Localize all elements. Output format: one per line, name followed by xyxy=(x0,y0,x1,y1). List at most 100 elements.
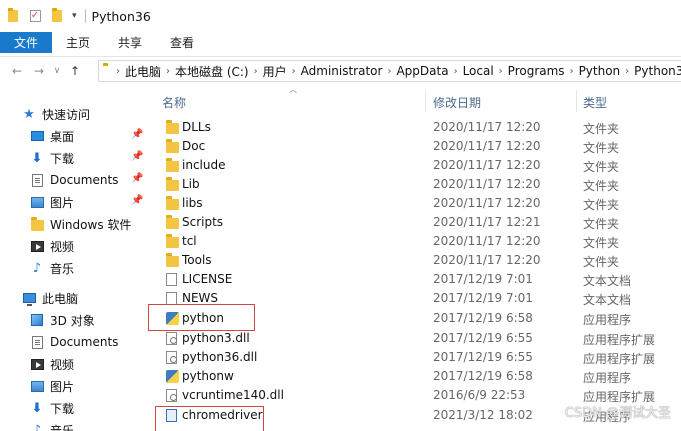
pin-icon[interactable]: 📌 xyxy=(131,173,143,184)
chevron-right-icon[interactable]: › xyxy=(387,66,391,77)
sidebar-item-quick-access[interactable]: ★ 快速访问 xyxy=(22,103,90,125)
file-row-libs[interactable]: libs 2020/11/17 12:20 文件夹 xyxy=(152,194,681,213)
dll-file-icon xyxy=(166,351,177,364)
title-separator xyxy=(84,9,86,23)
file-row-dlls[interactable]: DLLs 2020/11/17 12:20 文件夹 xyxy=(152,118,681,137)
file-type: 文件夹 xyxy=(583,217,620,231)
file-name: python3.dll xyxy=(182,331,250,345)
properties-check-icon[interactable]: ✓ xyxy=(28,9,42,23)
file-row-news[interactable]: NEWS 2017/12/19 7:01 文本文档 xyxy=(152,289,681,308)
text-file-icon xyxy=(166,273,177,286)
python-icon xyxy=(166,312,179,325)
download-icon: ⬇ xyxy=(31,400,43,416)
sidebar-item-desktop[interactable]: 桌面 xyxy=(30,125,74,147)
breadcrumb-appdata[interactable]: AppData xyxy=(396,64,448,78)
sidebar-item-pc-downloads[interactable]: ⬇ 下载 xyxy=(30,397,74,419)
file-date: 2017/12/19 7:01 xyxy=(433,272,533,286)
chevron-right-icon[interactable]: › xyxy=(116,66,120,77)
sidebar-item-3d-objects[interactable]: 3D 对象 xyxy=(30,309,95,331)
sidebar-item-label: 视频 xyxy=(50,239,75,254)
column-header-name[interactable]: 名称 xyxy=(162,94,186,110)
back-arrow-icon[interactable]: ← xyxy=(6,64,28,78)
file-row-lib[interactable]: Lib 2020/11/17 12:20 文件夹 xyxy=(152,175,681,194)
sidebar-item-videos[interactable]: 视频 xyxy=(30,235,74,257)
window-title: Python36 xyxy=(91,8,151,24)
folder-icon xyxy=(166,196,179,210)
tab-view[interactable]: 查看 xyxy=(156,32,208,53)
breadcrumb-this-pc[interactable]: 此电脑 xyxy=(125,63,161,80)
chevron-down-icon[interactable]: ▾ xyxy=(72,11,77,21)
folder-icon xyxy=(166,177,179,191)
file-row-tcl[interactable]: tcl 2020/11/17 12:20 文件夹 xyxy=(152,232,681,251)
file-row-python36-dll[interactable]: python36.dll 2017/12/19 6:55 应用程序扩展 xyxy=(152,348,681,367)
address-bar[interactable]: › 此电脑 › 本地磁盘 (C:) › 用户 › Administrator ›… xyxy=(98,60,681,82)
chevron-right-icon[interactable]: › xyxy=(454,66,458,77)
file-type: 应用程序扩展 xyxy=(583,352,656,366)
forward-arrow-icon[interactable]: → xyxy=(28,64,50,78)
file-row-doc[interactable]: Doc 2020/11/17 12:20 文件夹 xyxy=(152,137,681,156)
folder-icon xyxy=(166,253,179,267)
file-name: tcl xyxy=(182,234,197,248)
file-name: Doc xyxy=(182,139,206,153)
column-header-date[interactable]: 修改日期 xyxy=(433,94,481,110)
chevron-right-icon[interactable]: › xyxy=(625,66,629,77)
sidebar-item-label: 音乐 xyxy=(50,261,75,276)
tab-share[interactable]: 共享 xyxy=(104,32,156,53)
watermark: CSDN @测试大圣 xyxy=(564,406,671,421)
pictures-icon xyxy=(30,195,44,209)
sidebar-item-music[interactable]: ♪ 音乐 xyxy=(30,257,74,279)
chevron-right-icon[interactable]: › xyxy=(292,66,296,77)
chevron-down-icon[interactable]: ∨ xyxy=(50,66,64,76)
breadcrumb-python[interactable]: Python xyxy=(579,64,621,78)
sidebar-item-label: 图片 xyxy=(50,379,75,394)
file-row-python3-dll[interactable]: python3.dll 2017/12/19 6:55 应用程序扩展 xyxy=(152,329,681,348)
pin-icon[interactable]: 📌 xyxy=(131,129,143,140)
column-header-type[interactable]: 类型 xyxy=(583,94,607,110)
breadcrumb-administrator[interactable]: Administrator xyxy=(301,64,383,78)
new-folder-icon[interactable] xyxy=(50,8,64,23)
sidebar-item-pictures[interactable]: 图片 xyxy=(30,191,74,213)
pin-icon[interactable]: 📌 xyxy=(131,151,143,162)
documents-icon xyxy=(30,173,44,187)
file-row-license[interactable]: LICENSE 2017/12/19 7:01 文本文档 xyxy=(152,270,681,289)
file-date: 2020/11/17 12:20 xyxy=(433,253,541,267)
sidebar-item-pc-music[interactable]: ♪ 音乐 xyxy=(30,419,74,431)
column-divider[interactable] xyxy=(425,90,426,112)
sidebar-item-pc-pictures[interactable]: 图片 xyxy=(30,375,74,397)
text-file-icon xyxy=(166,292,177,305)
file-name: Scripts xyxy=(182,215,224,229)
chevron-right-icon[interactable]: › xyxy=(570,66,574,77)
file-type: 文件夹 xyxy=(583,122,620,136)
file-row-python[interactable]: python 2017/12/19 6:58 应用程序 xyxy=(152,309,681,328)
sidebar-item-windows-software[interactable]: Windows 软件 xyxy=(30,213,131,235)
column-divider[interactable] xyxy=(576,90,577,112)
chevron-right-icon[interactable]: › xyxy=(499,66,503,77)
chevron-right-icon[interactable]: › xyxy=(166,66,170,77)
sidebar-item-pc-videos[interactable]: 视频 xyxy=(30,353,74,375)
sidebar-item-documents[interactable]: Documents xyxy=(30,169,118,191)
file-row-pythonw[interactable]: pythonw 2017/12/19 6:58 应用程序 xyxy=(152,367,681,386)
file-row-include[interactable]: include 2020/11/17 12:20 文件夹 xyxy=(152,156,681,175)
up-arrow-icon[interactable]: ↑ xyxy=(64,64,86,78)
file-row-tools[interactable]: Tools 2020/11/17 12:20 文件夹 xyxy=(152,251,681,270)
sidebar-item-this-pc[interactable]: 此电脑 xyxy=(22,287,78,309)
file-type: 应用程序 xyxy=(583,313,632,327)
pin-icon[interactable]: 📌 xyxy=(131,195,143,206)
file-type: 文件夹 xyxy=(583,160,620,174)
dll-file-icon xyxy=(166,332,177,345)
sidebar-item-pc-documents[interactable]: Documents xyxy=(30,331,118,353)
file-name: Lib xyxy=(182,177,200,191)
breadcrumb-programs[interactable]: Programs xyxy=(508,64,565,78)
breadcrumb-local-disk[interactable]: 本地磁盘 (C:) xyxy=(175,63,249,80)
file-name: pythonw xyxy=(182,369,234,383)
breadcrumb-local[interactable]: Local xyxy=(463,64,494,78)
file-name: python xyxy=(182,311,224,325)
tab-home[interactable]: 主页 xyxy=(52,32,104,53)
file-row-scripts[interactable]: Scripts 2020/11/17 12:21 文件夹 xyxy=(152,213,681,232)
folder-icon xyxy=(166,120,179,134)
breadcrumb-users[interactable]: 用户 xyxy=(263,63,287,80)
chevron-right-icon[interactable]: › xyxy=(254,66,258,77)
sidebar-item-downloads[interactable]: ⬇ 下载 xyxy=(30,147,74,169)
breadcrumb-python36[interactable]: Python36 xyxy=(634,64,681,78)
tab-file[interactable]: 文件 xyxy=(0,32,53,53)
